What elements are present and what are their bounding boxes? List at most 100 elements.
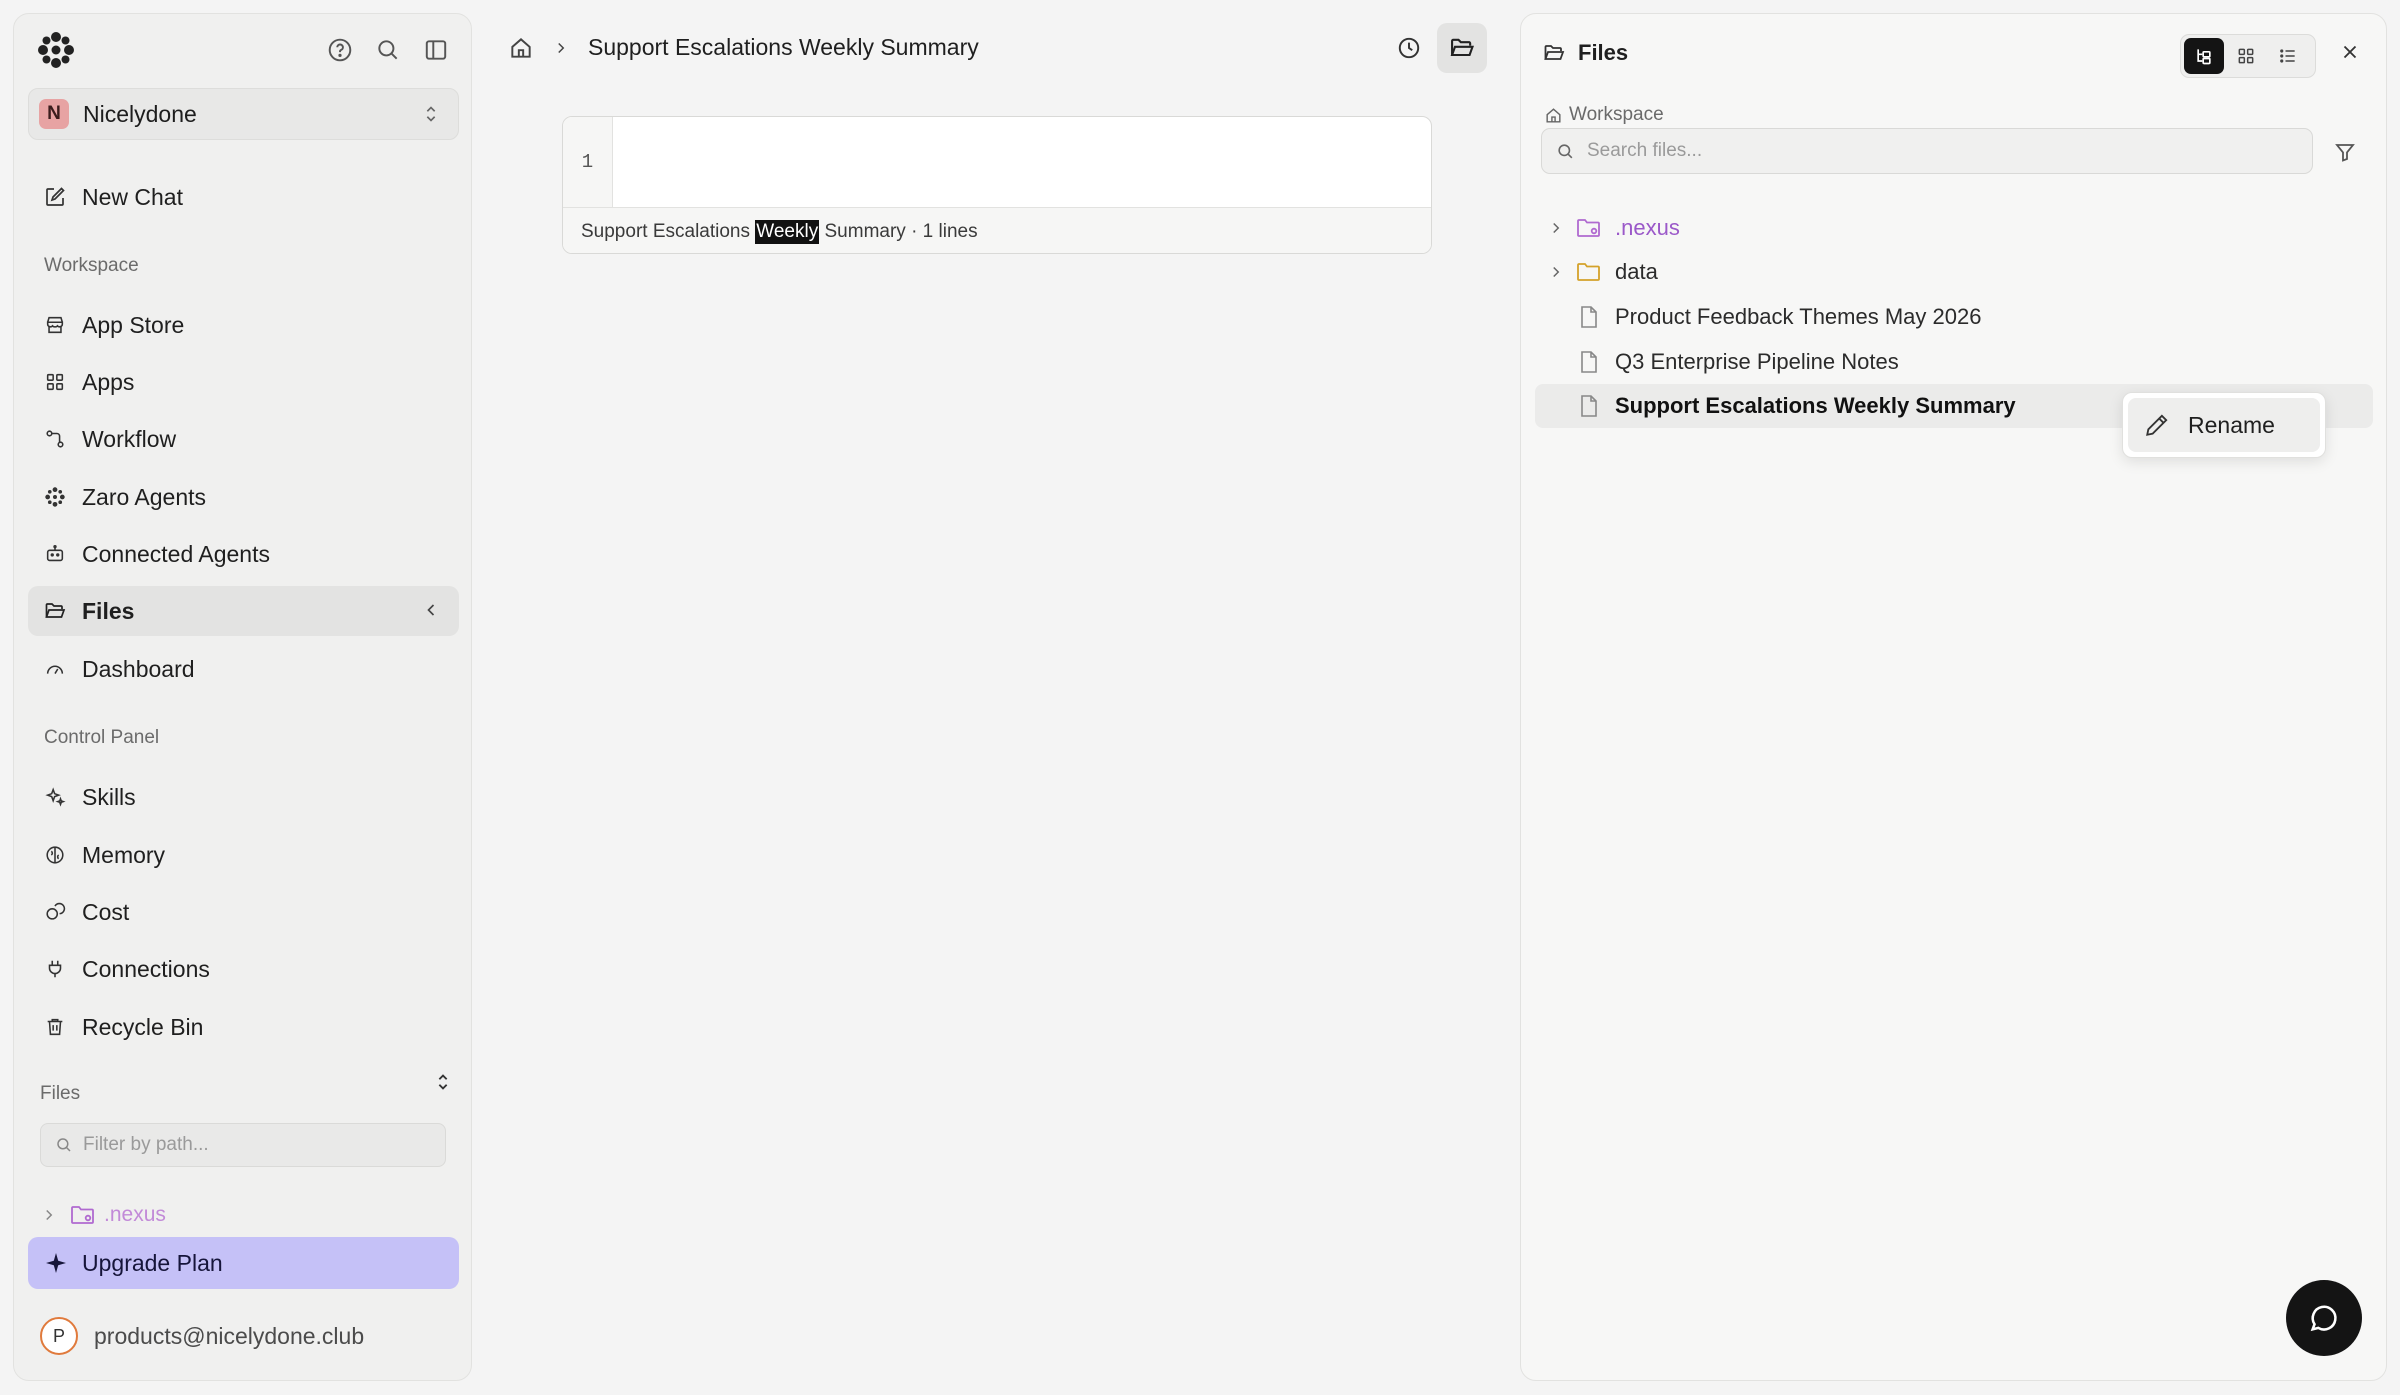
files-filter-input[interactable] <box>83 1134 423 1156</box>
home-icon <box>1544 106 1563 125</box>
sidebar-item-label: Apps <box>82 368 135 395</box>
file-search-field[interactable] <box>1541 128 2313 174</box>
chevron-right-icon[interactable] <box>40 1206 58 1224</box>
filter-icon[interactable] <box>2333 140 2357 164</box>
home-icon[interactable] <box>508 35 534 61</box>
bot-icon <box>42 541 68 567</box>
new-chat-label: New Chat <box>82 183 183 210</box>
line-number: 1 <box>563 117 613 207</box>
list-icon <box>2278 46 2298 66</box>
search-icon <box>55 1136 73 1154</box>
chevron-up-down-icon[interactable] <box>432 1070 454 1094</box>
grid-icon <box>2236 46 2256 66</box>
user-account[interactable]: P products@nicelydone.club <box>40 1317 364 1355</box>
gauge-icon <box>42 656 68 682</box>
tree-item-nexus[interactable]: .nexus <box>1535 206 2373 250</box>
search-icon[interactable] <box>372 34 404 66</box>
workspace-breadcrumb[interactable]: Workspace <box>1544 104 1664 126</box>
app-logo-icon[interactable] <box>36 30 76 70</box>
view-mode-toggle <box>2180 34 2316 78</box>
tree-item-label: Q3 Enterprise Pipeline Notes <box>1615 349 1899 374</box>
sidebar-item-skills[interactable]: Skills <box>28 772 459 822</box>
sidebar-item-connected-agents[interactable]: Connected Agents <box>28 529 459 579</box>
code-editor[interactable]: 1 Support Escalations Weekly Summary · 1… <box>562 116 1432 254</box>
sidebar-item-files[interactable]: Files <box>28 586 459 636</box>
sidebar-item-label: App Store <box>82 311 185 338</box>
help-icon[interactable] <box>324 34 356 66</box>
chevron-right-icon[interactable] <box>1543 219 1569 237</box>
section-label-workspace: Workspace <box>44 255 139 276</box>
context-menu: Rename <box>2122 392 2326 458</box>
workspace-name: Nicelydone <box>83 100 197 127</box>
upgrade-plan-label: Upgrade Plan <box>82 1249 223 1276</box>
sidebar-item-label: Workflow <box>82 425 177 452</box>
workspace-label: Workspace <box>1569 104 1664 125</box>
sidebar-item-memory[interactable]: Memory <box>28 830 459 880</box>
status-text-after: Summary · 1 lines <box>819 220 978 242</box>
page-title: Support Escalations Weekly Summary <box>588 34 979 60</box>
search-input[interactable] <box>1587 140 2287 162</box>
tree-item-label: data <box>1615 259 1658 284</box>
chevron-left-icon[interactable] <box>421 600 441 620</box>
sidebar-item-app-store[interactable]: App Store <box>28 300 459 350</box>
brain-icon <box>42 842 68 868</box>
history-button[interactable] <box>1384 23 1434 73</box>
sidebar-item-apps[interactable]: Apps <box>28 357 459 407</box>
tree-item-file[interactable]: Q3 Enterprise Pipeline Notes <box>1535 340 2373 384</box>
grid-view-button[interactable] <box>2226 38 2266 74</box>
rename-label: Rename <box>2188 411 2275 438</box>
upgrade-plan-button[interactable]: Upgrade Plan <box>28 1237 459 1289</box>
workflow-icon <box>42 426 68 452</box>
sidebar-item-connections[interactable]: Connections <box>28 944 459 994</box>
folder-open-icon <box>1542 41 1566 65</box>
chat-button[interactable] <box>2286 1280 2362 1356</box>
sidebar-item-label: Dashboard <box>82 655 195 682</box>
sidebar-item-cost[interactable]: Cost <box>28 887 459 937</box>
close-icon[interactable] <box>2339 41 2361 63</box>
sidebar-item-dashboard[interactable]: Dashboard <box>28 644 459 694</box>
tree-item-label: .nexus <box>1615 215 1680 240</box>
sidebar-item-label: Files <box>82 597 135 624</box>
file-icon <box>1575 305 1603 329</box>
search-icon <box>1556 142 1575 161</box>
tree-item-label: Product Feedback Themes May 2026 <box>1615 304 1982 329</box>
sidebar-item-label: Skills <box>82 783 136 810</box>
editor-text-area[interactable] <box>613 117 1431 207</box>
section-label-files: Files <box>40 1083 81 1104</box>
sidebar-toggle-icon[interactable] <box>420 34 452 66</box>
tree-view-button[interactable] <box>2184 38 2224 74</box>
grid-icon <box>42 369 68 395</box>
tree-view-icon <box>2194 46 2214 66</box>
sidebar-item-label: Recycle Bin <box>82 1013 204 1040</box>
new-chat-button[interactable]: New Chat <box>28 172 459 222</box>
chevron-up-down-icon <box>420 103 442 125</box>
sidebar-item-label: Zaro Agents <box>82 483 207 510</box>
chevron-right-icon[interactable] <box>1543 263 1569 281</box>
rename-menu-item[interactable]: Rename <box>2128 398 2320 452</box>
sidebar-item-zaro-agents[interactable]: Zaro Agents <box>28 472 459 522</box>
folder-icon <box>1575 261 1603 283</box>
panel-title-label: Files <box>1578 40 1629 65</box>
workspace-avatar: N <box>39 99 69 129</box>
tree-item-label: .nexus <box>104 1203 166 1226</box>
clock-icon <box>1396 35 1422 61</box>
tree-item-file[interactable]: Product Feedback Themes May 2026 <box>1535 295 2373 339</box>
sidebar-tree-item-nexus[interactable]: .nexus <box>40 1203 166 1227</box>
sidebar-item-recycle-bin[interactable]: Recycle Bin <box>28 1002 459 1052</box>
workspace-switcher[interactable]: N Nicelydone <box>28 88 459 140</box>
breadcrumb: Support Escalations Weekly Summary <box>508 34 979 61</box>
pencil-icon <box>2144 412 2170 438</box>
status-text-before: Support Escalations <box>581 220 756 242</box>
list-view-button[interactable] <box>2268 38 2308 74</box>
sidebar-item-label: Connections <box>82 955 210 982</box>
files-panel-button[interactable] <box>1437 23 1487 73</box>
file-icon <box>1575 394 1603 418</box>
sidebar-item-workflow[interactable]: Workflow <box>28 414 459 464</box>
folder-icon <box>70 1204 96 1226</box>
tree-item-data[interactable]: data <box>1535 250 2373 294</box>
files-panel: Files Workspace .nexus data <box>1520 13 2387 1381</box>
agents-icon <box>42 484 68 510</box>
folder-open-icon <box>42 598 68 624</box>
folder-open-icon <box>1448 34 1476 62</box>
files-filter-field[interactable] <box>40 1123 446 1167</box>
